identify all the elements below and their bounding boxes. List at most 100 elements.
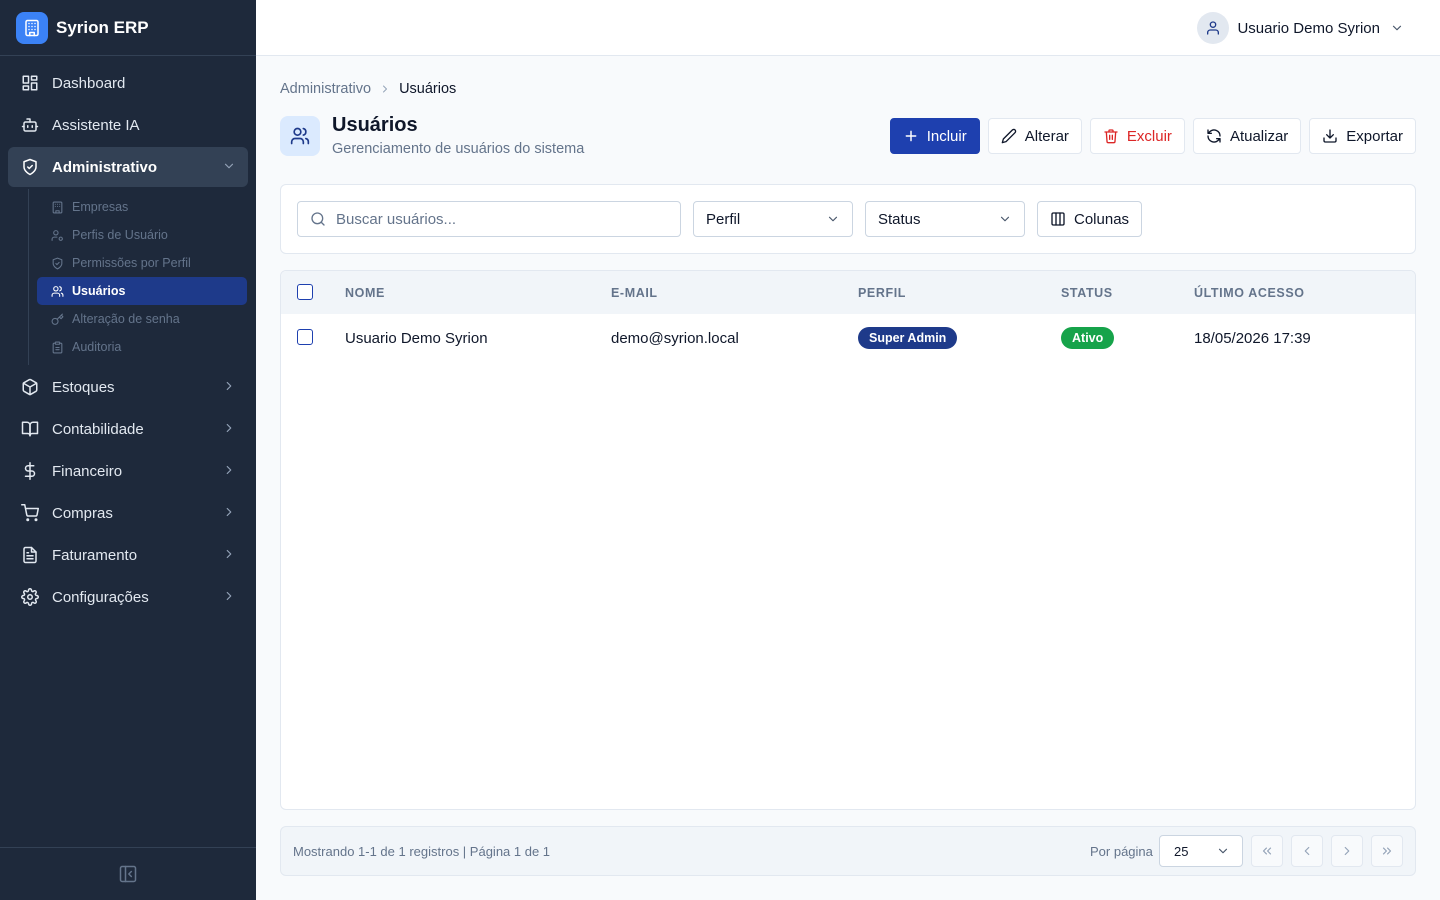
sidebar-item-faturamento[interactable]: Faturamento — [8, 535, 248, 575]
sidebar-item-label: Configurações — [52, 588, 149, 606]
sidebar-item-label: Empresas — [72, 200, 129, 214]
sidebar-item-alteracao-de-senha[interactable]: Alteração de senha — [37, 305, 247, 333]
sidebar-item-label: Usuários — [72, 284, 126, 298]
sidebar-item-usuarios[interactable]: Usuários — [37, 277, 247, 305]
table-header: NOME E-MAIL PERFIL STATUS ÚLTIMO ACESSO — [281, 271, 1415, 314]
row-checkbox[interactable] — [297, 329, 313, 345]
sidebar-nav: Dashboard Assistente IA Administrativo E… — [0, 56, 256, 617]
sidebar-item-label: Faturamento — [52, 546, 138, 564]
chevron-right-icon — [222, 379, 236, 393]
last-page-button[interactable] — [1371, 835, 1403, 867]
sidebar-item-administrativo[interactable]: Administrativo — [8, 147, 248, 187]
delete-button-label: Excluir — [1126, 127, 1172, 145]
chevron-right-icon — [222, 505, 236, 519]
breadcrumb: Administrativo Usuários — [280, 81, 456, 97]
pagination-bar: Mostrando 1-1 de 1 registros | Página 1 … — [280, 826, 1416, 876]
sidebar-item-estoques[interactable]: Estoques — [8, 367, 248, 407]
pagination-info: Mostrando 1-1 de 1 registros | Página 1 … — [293, 844, 551, 859]
sidebar-item-label: Compras — [52, 504, 113, 522]
refresh-button-label: Atualizar — [1229, 127, 1289, 145]
breadcrumb-parent-link[interactable]: Administrativo — [280, 81, 371, 97]
profile-filter-select[interactable]: Perfil — [693, 201, 853, 237]
column-header-name[interactable]: NOME — [345, 286, 385, 300]
sidebar-item-label: Permissões por Perfil — [72, 256, 191, 270]
sidebar-item-auditoria[interactable]: Auditoria — [37, 333, 247, 361]
next-page-button[interactable] — [1331, 835, 1363, 867]
brand-name: Syrion ERP — [56, 17, 149, 37]
search-box[interactable] — [297, 201, 681, 237]
refresh-button[interactable]: Atualizar — [1192, 118, 1302, 154]
key-icon — [50, 312, 64, 326]
sidebar-item-label: Administrativo — [52, 158, 158, 176]
select-all-checkbox[interactable] — [297, 284, 313, 300]
chevron-right-icon — [379, 83, 391, 95]
page-subtitle: Gerenciamento de usuários do sistema — [332, 141, 585, 157]
building-icon — [16, 11, 48, 44]
topbar: Usuario Demo Syrion — [256, 0, 1440, 56]
column-header-profile[interactable]: PERFIL — [858, 286, 906, 300]
sidebar-item-label: Contabilidade — [52, 420, 144, 438]
cell-name: Usuario Demo Syrion — [345, 330, 488, 347]
per-page-value: 25 — [1174, 843, 1189, 859]
sidebar-item-label: Financeiro — [52, 462, 123, 480]
table-row[interactable]: Usuario Demo Syrion demo@syrion.local Su… — [281, 314, 1415, 362]
file-text-icon — [20, 545, 40, 565]
columns-button[interactable]: Colunas — [1037, 201, 1143, 237]
chevron-down-icon — [1216, 844, 1230, 858]
sidebar-item-label: Estoques — [52, 378, 115, 396]
sidebar-item-label: Assistente IA — [52, 116, 140, 134]
toolbar-actions: Incluir Alterar Excluir Atualizar Export… — [889, 118, 1416, 154]
cell-last-access: 18/05/2026 17:39 — [1194, 330, 1311, 347]
brand[interactable]: Syrion ERP — [0, 0, 256, 56]
sidebar-item-label: Auditoria — [72, 340, 122, 354]
user-name: Usuario Demo Syrion — [1237, 19, 1380, 37]
sidebar-item-permissoes-por-perfil[interactable]: Permissões por Perfil — [37, 249, 247, 277]
sidebar-item-assistente-ia[interactable]: Assistente IA — [8, 105, 248, 145]
sidebar-item-configuracoes[interactable]: Configurações — [8, 577, 248, 617]
sidebar-item-financeiro[interactable]: Financeiro — [8, 451, 248, 491]
chevron-right-icon — [222, 589, 236, 603]
users-icon — [280, 116, 320, 156]
delete-button[interactable]: Excluir — [1089, 118, 1185, 154]
column-header-last-access[interactable]: ÚLTIMO ACESSO — [1194, 286, 1305, 300]
chevron-down-icon — [826, 212, 840, 226]
plus-icon — [905, 130, 917, 142]
sidebar-item-label: Perfis de Usuário — [72, 228, 168, 242]
user-menu[interactable]: Usuario Demo Syrion — [1197, 12, 1404, 44]
sidebar-item-dashboard[interactable]: Dashboard — [8, 63, 248, 103]
avatar — [1197, 12, 1230, 44]
sidebar-item-contabilidade[interactable]: Contabilidade — [8, 409, 248, 449]
trash-icon — [1104, 129, 1118, 144]
sidebar-collapse-button[interactable] — [0, 847, 256, 900]
edit-button[interactable]: Alterar — [987, 118, 1082, 154]
search-input[interactable] — [336, 210, 656, 228]
add-button[interactable]: Incluir — [889, 118, 980, 154]
sidebar-item-perfis-de-usuario[interactable]: Perfis de Usuário — [37, 221, 247, 249]
chevron-left-icon — [1304, 846, 1310, 856]
search-icon — [310, 211, 326, 227]
status-badge: Ativo — [1061, 327, 1115, 349]
columns-button-label: Colunas — [1074, 210, 1130, 228]
breadcrumb-current: Usuários — [399, 81, 457, 97]
pencil-icon — [1001, 128, 1016, 144]
chevron-right-icon — [222, 421, 236, 435]
cell-email: demo@syrion.local — [611, 330, 739, 347]
sidebar-item-empresas[interactable]: Empresas — [37, 193, 247, 221]
page-title: Usuários — [332, 114, 418, 136]
sidebar-item-compras[interactable]: Compras — [8, 493, 248, 533]
column-header-email[interactable]: E-MAIL — [611, 286, 658, 300]
chevron-down-icon — [222, 159, 236, 173]
first-page-button[interactable] — [1251, 835, 1283, 867]
status-filter-value: Status — [878, 210, 921, 228]
gear-icon — [20, 587, 40, 607]
prev-page-button[interactable] — [1291, 835, 1323, 867]
export-button[interactable]: Exportar — [1309, 118, 1416, 154]
status-filter-select[interactable]: Status — [865, 201, 1025, 237]
chevron-right-icon — [222, 463, 236, 477]
chevron-down-icon — [998, 212, 1012, 226]
column-header-status[interactable]: STATUS — [1061, 286, 1113, 300]
per-page-select[interactable]: 25 — [1159, 835, 1243, 867]
add-button-label: Incluir — [926, 127, 967, 145]
dollar-icon — [20, 461, 40, 481]
bot-icon — [20, 115, 40, 135]
